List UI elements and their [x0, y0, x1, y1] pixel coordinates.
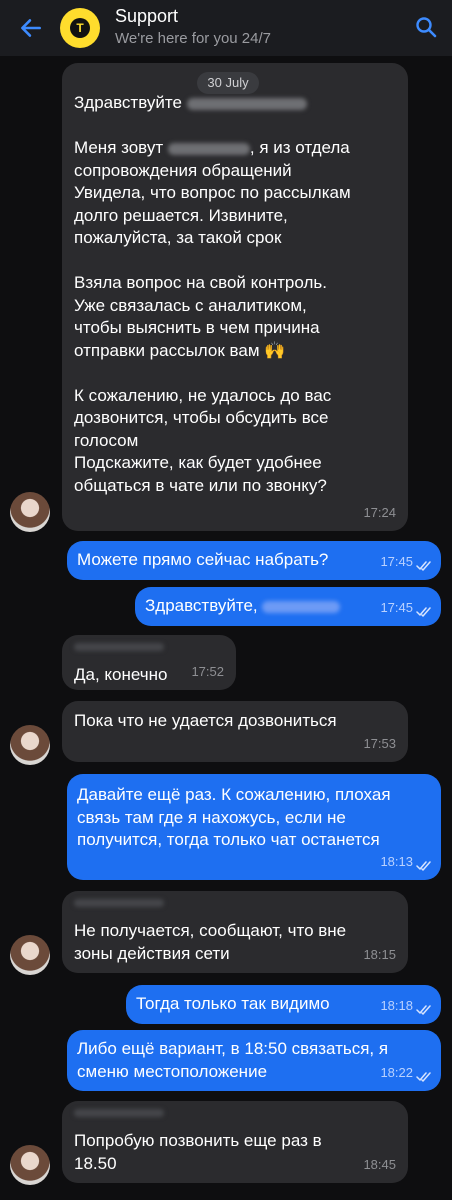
agent-avatar[interactable] — [10, 492, 50, 532]
message-line: чтобы выяснить в чем причина — [74, 318, 320, 337]
message-time: 18:15 — [363, 946, 396, 962]
message-line: Меня зовут , я из отдела — [74, 138, 350, 157]
message-line: отправки рассылок вам 🙌 — [74, 340, 286, 360]
message-line: Увидела, что вопрос по рассылкам — [74, 183, 351, 202]
back-arrow-icon[interactable] — [18, 15, 44, 41]
incoming-message[interactable]: Здравствуйте Меня зовут , я из отдела со… — [62, 63, 408, 531]
chat-subtitle: We're here for you 24/7 — [115, 30, 272, 47]
redacted-sender — [74, 643, 164, 651]
message-line: пожалуйста, за такой срок — [74, 228, 282, 247]
message-text: Либо ещё вариант, в 18:50 связаться, я с… — [77, 1039, 389, 1081]
outgoing-message[interactable]: Можете прямо сейчас набрать? 17:45 — [67, 541, 441, 580]
message-line: Здравствуйте — [74, 92, 396, 115]
message-text: Попробую позвонить еще раз в 18.50 — [74, 1131, 322, 1173]
search-icon[interactable] — [414, 15, 438, 39]
message-line: общаться в чате или по звонку? — [74, 475, 327, 495]
outgoing-message[interactable]: Здравствуйте, 17:45 — [135, 587, 441, 626]
message-text: Можете прямо сейчас набрать? — [77, 550, 329, 569]
message-text: Давайте ещё раз. К сожалению, плохая свя… — [77, 785, 391, 849]
chat-title[interactable]: Support — [115, 6, 178, 27]
message-line: голосом — [74, 430, 139, 450]
outgoing-message[interactable]: Тогда только так видимо 18:18 — [126, 985, 441, 1024]
message-text: Не получается, сообщают, что вне зоны де… — [74, 921, 347, 963]
support-logo-avatar[interactable]: Т — [60, 8, 100, 48]
double-check-icon — [416, 561, 431, 571]
incoming-message[interactable]: Да, конечно 17:52 — [62, 635, 236, 690]
message-time: 17:45 — [380, 553, 413, 569]
message-line: Подскажите, как будет удобнее — [74, 453, 322, 472]
message-line: дозвонится, чтобы обсудить все — [74, 408, 329, 427]
message-time: 17:45 — [380, 599, 413, 615]
double-check-icon — [416, 607, 431, 617]
incoming-message[interactable]: Пока что не удается дозвониться 17:53 — [62, 701, 408, 762]
double-check-icon — [416, 861, 431, 871]
double-check-icon — [416, 1005, 431, 1015]
message-text: Пока что не удается дозвониться — [74, 711, 337, 730]
date-chip: 30 July — [197, 72, 259, 94]
agent-avatar[interactable] — [10, 935, 50, 975]
chat-header: Т Support We're here for you 24/7 — [0, 0, 452, 56]
redacted-sender — [74, 899, 164, 907]
redacted-name — [167, 142, 250, 155]
outgoing-message[interactable]: Либо ещё вариант, в 18:50 связаться, я с… — [67, 1030, 441, 1091]
agent-avatar[interactable] — [10, 1145, 50, 1185]
message-line: долго решается. Извините, — [74, 205, 288, 225]
message-text: Здравствуйте, — [145, 596, 258, 615]
redacted-name — [262, 600, 341, 613]
message-time: 17:24 — [363, 504, 396, 520]
message-time: 18:45 — [363, 1156, 396, 1172]
message-time: 17:53 — [363, 735, 396, 751]
double-check-icon — [416, 1072, 431, 1082]
message-time: 18:18 — [380, 997, 413, 1013]
message-line: Взяла вопрос на свой контроль. — [74, 273, 327, 292]
agent-avatar[interactable] — [10, 725, 50, 765]
incoming-message[interactable]: Попробую позвонить еще раз в 18.50 18:45 — [62, 1101, 408, 1183]
message-line: Уже связалась с аналитиком, — [74, 295, 307, 315]
message-time: 18:13 — [380, 853, 413, 869]
message-line: сопровождения обращений — [74, 160, 292, 180]
redacted-name — [186, 97, 307, 110]
message-text: Да, конечно — [74, 665, 168, 684]
incoming-message[interactable]: Не получается, сообщают, что вне зоны де… — [62, 891, 408, 973]
message-line: К сожалению, не удалось до вас — [74, 385, 332, 405]
redacted-sender — [74, 1109, 164, 1117]
message-time: 18:22 — [380, 1064, 413, 1080]
outgoing-message[interactable]: Давайте ещё раз. К сожалению, плохая свя… — [67, 774, 441, 880]
message-text: Тогда только так видимо — [136, 994, 330, 1013]
message-time: 17:52 — [191, 663, 224, 679]
logo-letter: Т — [76, 21, 84, 35]
